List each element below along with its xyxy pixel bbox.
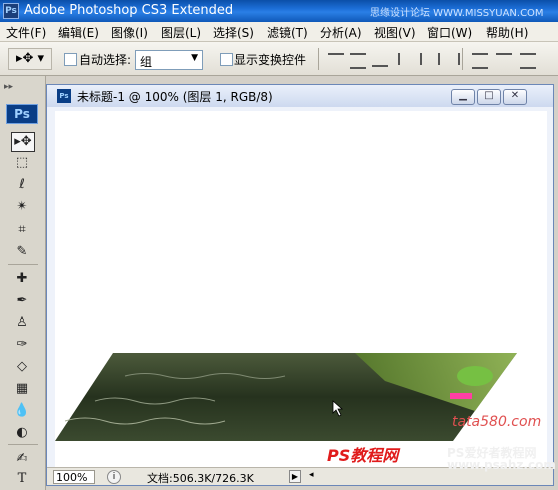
person-shirt bbox=[457, 366, 493, 386]
status-bar: tata580.com PS教程网 PS爱好者教程网 www.psahz.com… bbox=[47, 414, 556, 485]
dodge-tool-icon[interactable]: ◐ bbox=[11, 424, 33, 442]
auto-select-value: 组 bbox=[140, 55, 153, 69]
menu-file[interactable]: 文件(F) bbox=[6, 24, 46, 41]
menu-select[interactable]: 选择(S) bbox=[213, 24, 254, 41]
move-tool-icon[interactable]: ▸✥ bbox=[11, 132, 35, 152]
watermark: www.psahz.com bbox=[447, 458, 556, 472]
distribute-bottom-icon[interactable] bbox=[520, 53, 536, 69]
clone-stamp-tool-icon[interactable]: ♙ bbox=[11, 314, 33, 332]
expand-icon[interactable]: ▸▸ bbox=[4, 82, 13, 92]
menu-filter[interactable]: 滤镜(T) bbox=[267, 24, 308, 41]
close-button[interactable]: ✕ bbox=[503, 89, 527, 105]
person-shoes bbox=[450, 393, 472, 399]
auto-select-checkbox[interactable] bbox=[64, 53, 77, 66]
align-top-icon[interactable] bbox=[328, 53, 344, 67]
magic-wand-tool-icon[interactable]: ✴ bbox=[11, 198, 33, 216]
watermark-top: 思缘设计论坛 WWW.MISSYUAN.COM bbox=[370, 8, 544, 19]
menu-bar: 文件(F) 编辑(E) 图像(I) 图层(L) 选择(S) 滤镜(T) 分析(A… bbox=[0, 22, 558, 42]
maximize-button[interactable]: □ bbox=[477, 89, 501, 105]
menu-view[interactable]: 视图(V) bbox=[374, 24, 416, 41]
type-tool-icon[interactable]: T bbox=[11, 470, 33, 488]
divider bbox=[8, 444, 38, 445]
move-tool-preset-picker[interactable]: ▸✥ ▾ bbox=[8, 48, 52, 70]
brush-tool-icon[interactable]: ✒ bbox=[11, 292, 33, 310]
document-icon: Ps bbox=[57, 89, 71, 103]
divider bbox=[462, 48, 463, 70]
document-size-info: 文档:506.3K/726.3K bbox=[147, 472, 254, 485]
distribute-vcenter-icon[interactable] bbox=[496, 53, 512, 67]
marquee-tool-icon[interactable]: ⬚ bbox=[11, 154, 33, 172]
history-brush-tool-icon[interactable]: ✑ bbox=[11, 336, 33, 354]
menu-image[interactable]: 图像(I) bbox=[111, 24, 148, 41]
show-transform-checkbox[interactable] bbox=[220, 53, 233, 66]
eraser-tool-icon[interactable]: ◇ bbox=[11, 358, 33, 376]
minimize-button[interactable]: ▁ bbox=[451, 89, 475, 105]
gradient-tool-icon[interactable]: ▦ bbox=[11, 380, 33, 398]
lasso-tool-icon[interactable]: ℓ bbox=[11, 176, 33, 194]
align-vcenter-icon[interactable] bbox=[350, 53, 366, 69]
menu-analysis[interactable]: 分析(A) bbox=[320, 24, 362, 41]
zoom-field[interactable]: 100% bbox=[53, 470, 95, 484]
align-hcenter-icon[interactable] bbox=[420, 53, 440, 65]
menu-edit[interactable]: 编辑(E) bbox=[58, 24, 99, 41]
document-title: 未标题-1 @ 100% (图层 1, RGB/8) bbox=[77, 90, 273, 104]
watermark: PS教程网 bbox=[327, 446, 399, 465]
divider bbox=[318, 48, 319, 70]
options-bar: ▸✥ ▾ 自动选择: 组 ▼ 显示变换控件 bbox=[0, 42, 558, 76]
pen-tool-icon[interactable]: ✍ bbox=[11, 450, 33, 468]
app-title-bar: Ps Adobe Photoshop CS3 Extended 思缘设计论坛 W… bbox=[0, 0, 558, 22]
divider bbox=[8, 264, 38, 265]
healing-brush-tool-icon[interactable]: ✚ bbox=[11, 270, 33, 288]
chevron-down-icon: ▼ bbox=[191, 53, 198, 63]
align-right-icon[interactable] bbox=[442, 53, 460, 65]
ps-logo[interactable]: Ps bbox=[6, 104, 38, 124]
show-transform-label: 显示变换控件 bbox=[234, 53, 307, 67]
toolbox: ▸▸ Ps ▸✥ ⬚ ℓ ✴ ⌗ ✎ ✚ ✒ ♙ ✑ ◇ ▦ 💧 ◐ ✍ T bbox=[0, 76, 46, 490]
menu-layer[interactable]: 图层(L) bbox=[161, 24, 201, 41]
slice-tool-icon[interactable]: ✎ bbox=[11, 243, 33, 261]
distribute-top-icon[interactable] bbox=[472, 53, 488, 69]
crop-tool-icon[interactable]: ⌗ bbox=[11, 221, 33, 239]
auto-select-label: 自动选择: bbox=[79, 53, 132, 67]
menu-window[interactable]: 窗口(W) bbox=[427, 24, 472, 41]
align-left-icon[interactable] bbox=[398, 53, 416, 65]
blur-tool-icon[interactable]: 💧 bbox=[11, 402, 33, 420]
menu-help[interactable]: 帮助(H) bbox=[486, 24, 528, 41]
watermark: tata580.com bbox=[452, 414, 542, 430]
document-title-bar[interactable]: Ps 未标题-1 @ 100% (图层 1, RGB/8) ▁ □ ✕ bbox=[47, 85, 553, 107]
app-title: Adobe Photoshop CS3 Extended bbox=[24, 3, 234, 18]
photoshop-app-icon: Ps bbox=[3, 3, 19, 19]
align-bottom-icon[interactable] bbox=[372, 53, 388, 67]
document-window: Ps 未标题-1 @ 100% (图层 1, RGB/8) ▁ □ ✕ tata… bbox=[46, 84, 556, 486]
info-icon[interactable]: i bbox=[107, 470, 121, 484]
scroll-left-icon[interactable]: ◂ bbox=[309, 470, 314, 480]
play-arrow-icon[interactable]: ▶ bbox=[289, 470, 301, 483]
auto-select-dropdown[interactable]: 组 ▼ bbox=[135, 50, 203, 70]
